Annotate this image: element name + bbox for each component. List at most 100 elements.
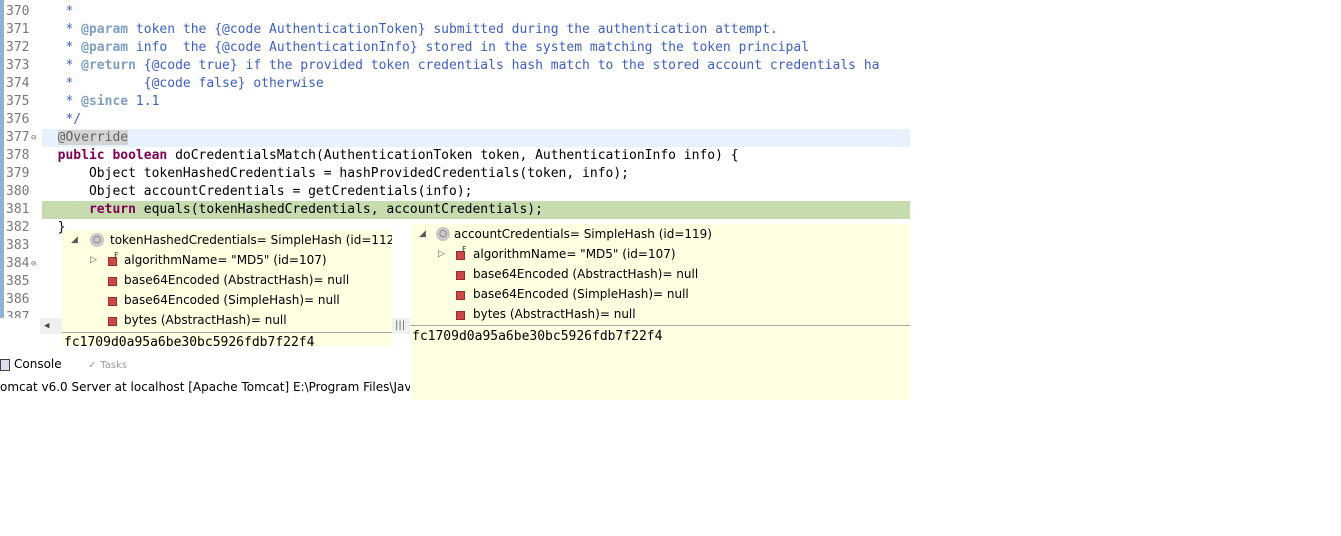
expand-down-triangle-icon[interactable]: ◢ [71, 230, 78, 250]
code-text[interactable]: public boolean doCredentialsMatch(Authen… [42, 147, 910, 165]
line-number: 371 [6, 22, 30, 37]
code-token: @param [81, 22, 129, 37]
code-line[interactable]: 374 * {@code false} otherwise [0, 75, 910, 93]
hover-divider[interactable] [62, 332, 392, 333]
field-icon [108, 277, 117, 286]
field-icon [108, 317, 117, 326]
code-text[interactable]: return equals(tokenHashedCredentials, ac… [42, 201, 910, 219]
code-token: doCredentialsMatch(AuthenticationToken t… [167, 148, 739, 163]
line-number: 386 [6, 292, 30, 307]
code-token: @Override [57, 130, 129, 145]
field-icon [456, 271, 465, 280]
code-token: boolean [112, 148, 168, 163]
tree-root-row[interactable]: ◢ ○ accountCredentials= SimpleHash (id=1… [416, 224, 906, 244]
line-number: 370 [6, 4, 30, 19]
code-token: @param [81, 40, 129, 55]
code-text[interactable]: */ [42, 111, 910, 129]
tree-item-bytes[interactable]: bytes (AbstractHash)= null [416, 304, 906, 324]
code-token: return [88, 202, 136, 217]
tasks-tab[interactable]: ✓ Tasks [88, 355, 127, 375]
variable-tree[interactable]: ◢ ○ accountCredentials= SimpleHash (id=1… [410, 224, 910, 325]
fold-toggle-icon[interactable]: ⊖ [31, 132, 36, 144]
code-text[interactable]: * [42, 3, 910, 21]
tree-item-label: base64Encoded (SimpleHash)= null [124, 293, 340, 307]
code-token: 1.1 [128, 94, 160, 109]
expand-right-triangle-icon[interactable]: ▷ [438, 244, 445, 264]
code-line[interactable]: 370 * [0, 3, 910, 21]
editor-horizontal-scrollbar[interactable]: ◀ [40, 318, 62, 334]
object-icon: ○ [436, 227, 450, 241]
expand-right-triangle-icon[interactable]: ▷ [90, 250, 97, 270]
code-line[interactable]: 375 * @since 1.1 [0, 93, 910, 111]
tree-item-base64-abstract[interactable]: base64Encoded (AbstractHash)= null [68, 270, 388, 290]
console-tab[interactable]: Console [0, 355, 62, 373]
line-number: 374 [6, 76, 30, 91]
line-number: 378 [6, 148, 30, 163]
tree-root-label: tokenHashedCredentials= SimpleHash (id=1… [110, 233, 392, 247]
code-text[interactable]: Object accountCredentials = getCredentia… [42, 183, 910, 201]
code-line[interactable]: 377 ⊖ @Override [0, 129, 910, 147]
object-icon: ○ [90, 233, 104, 247]
code-token: public [57, 148, 105, 163]
tree-item-label: base64Encoded (SimpleHash)= null [473, 287, 689, 301]
final-marker-icon: F [462, 245, 467, 254]
field-icon [456, 311, 465, 320]
line-number: 383 [6, 238, 30, 253]
scroll-left-arrow-icon[interactable]: ◀ [44, 318, 49, 334]
line-number: 379 [6, 166, 30, 181]
scroll-grip-icon: ||| [395, 320, 406, 331]
code-line[interactable]: 372 * @param info the {@code Authenticat… [0, 39, 910, 57]
code-line[interactable]: 373 * @return {@code true} if the provid… [0, 57, 910, 75]
tree-item-base64-simple[interactable]: base64Encoded (SimpleHash)= null [416, 284, 906, 304]
code-line[interactable]: 376 */ [0, 111, 910, 129]
code-token: */ [42, 112, 82, 127]
debug-hover-token-hashed[interactable]: ◢ ○ tokenHashedCredentials= SimpleHash (… [62, 230, 392, 362]
tree-item-base64-simple[interactable]: base64Encoded (SimpleHash)= null [68, 290, 388, 310]
tree-item-algorithm[interactable]: ▷ F algorithmName= "MD5" (id=107) [416, 244, 906, 264]
line-number: 372 [6, 40, 30, 55]
tree-item-label: base64Encoded (AbstractHash)= null [124, 273, 350, 287]
code-token: * [42, 40, 82, 55]
tree-item-bytes[interactable]: bytes (AbstractHash)= null [68, 310, 388, 330]
code-text[interactable]: * @since 1.1 [42, 93, 910, 111]
fold-toggle-icon[interactable]: ⊖ [31, 258, 36, 270]
code-token: @since [81, 94, 129, 109]
hover-divider[interactable] [410, 325, 910, 326]
tree-item-label: bytes (AbstractHash)= null [124, 313, 287, 327]
code-token: * [42, 58, 82, 73]
code-line[interactable]: 378 public boolean doCredentialsMatch(Au… [0, 147, 910, 165]
line-number: 373 [6, 58, 30, 73]
tree-item-algorithm[interactable]: ▷ F algorithmName= "MD5" (id=107) [68, 250, 388, 270]
tree-item-label: bytes (AbstractHash)= null [473, 307, 636, 321]
variable-tree[interactable]: ◢ ○ tokenHashedCredentials= SimpleHash (… [62, 230, 392, 332]
code-token: Object tokenHashedCredentials = hashProv… [42, 166, 629, 181]
debug-hover-account-credentials[interactable]: ◢ ○ accountCredentials= SimpleHash (id=1… [410, 224, 910, 400]
code-token: equals(tokenHashedCredentials, accountCr… [135, 202, 543, 217]
tree-item-label: algorithmName= "MD5" (id=107) [124, 253, 327, 267]
code-token: * [42, 4, 74, 19]
code-text[interactable]: @Override [42, 129, 910, 147]
editor-scroll-thumb[interactable]: ||| [392, 318, 410, 334]
code-token: * [42, 94, 82, 109]
code-text[interactable]: * @param info the {@code AuthenticationI… [42, 39, 910, 57]
code-line[interactable]: 380 Object accountCredentials = getCrede… [0, 183, 910, 201]
code-text[interactable]: * @return {@code true} if the provided t… [42, 57, 910, 75]
hover-detail-value: fc1709d0a95a6be30bc5926fdb7f22f4 [412, 329, 663, 344]
expand-down-triangle-icon[interactable]: ◢ [419, 224, 426, 244]
code-text[interactable]: * {@code false} otherwise [42, 75, 910, 93]
code-line[interactable]: 381 return equals(tokenHashedCredentials… [0, 201, 910, 219]
tasks-icon: ✓ [88, 360, 97, 371]
code-token: * {@code false} otherwise [42, 76, 324, 91]
code-line[interactable]: 371 * @param token the {@code Authentica… [0, 21, 910, 39]
code-text[interactable]: * @param token the {@code Authentication… [42, 21, 910, 39]
code-token: {@code true} if the provided token crede… [135, 58, 880, 73]
console-server-line: omcat v6.0 Server at localhost [Apache T… [0, 380, 423, 394]
tree-item-base64-abstract[interactable]: base64Encoded (AbstractHash)= null [416, 264, 906, 284]
code-line[interactable]: 379 Object tokenHashedCredentials = hash… [0, 165, 910, 183]
tasks-tab-label: Tasks [100, 360, 128, 371]
line-number: 387 [6, 310, 30, 318]
line-number: 376 [6, 112, 30, 127]
code-text[interactable]: Object tokenHashedCredentials = hashProv… [42, 165, 910, 183]
